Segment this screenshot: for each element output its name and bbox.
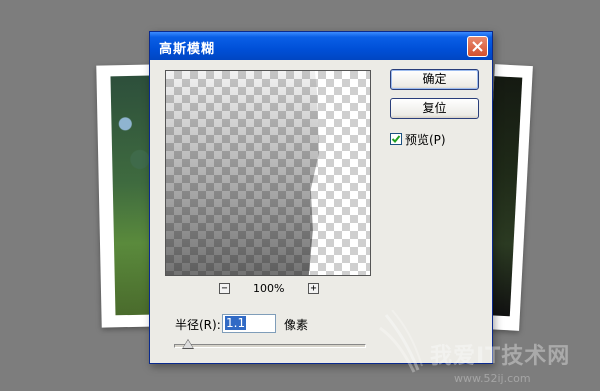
preview-checkbox[interactable] [390, 133, 402, 145]
radius-slider-track[interactable] [174, 344, 366, 348]
preview-checkbox-label: 预览(P) [405, 133, 446, 147]
watermark-wing-logo [379, 310, 423, 373]
radius-unit: 像素 [284, 318, 309, 332]
radius-row: 半径(R): 1.1 像素 [175, 314, 355, 334]
zoom-out-button[interactable]: − [219, 283, 230, 294]
close-button[interactable] [467, 36, 488, 57]
check-icon [391, 135, 401, 143]
zoom-percent: 100% [253, 282, 285, 295]
radius-label: 半径(R): [175, 318, 221, 332]
preview-image-content [166, 71, 319, 275]
watermark: 我爱IT技术网 www.52ij.com [378, 310, 600, 391]
radius-value: 1.1 [225, 316, 247, 330]
dialog-title: 高斯模糊 [159, 42, 216, 57]
zoom-controls: − 100% + [219, 282, 319, 297]
dialog-titlebar[interactable]: 高斯模糊 [150, 32, 492, 60]
radius-input[interactable]: 1.1 [222, 314, 276, 333]
zoom-in-button[interactable]: + [308, 283, 319, 294]
watermark-url: www.52ij.com [454, 372, 531, 385]
blur-preview-area[interactable] [165, 70, 371, 276]
reset-button[interactable]: 复位 [390, 98, 479, 119]
watermark-text: 我爱IT技术网 [430, 344, 571, 369]
ok-button[interactable]: 确定 [390, 69, 479, 90]
close-icon [472, 41, 483, 52]
radius-slider-thumb[interactable] [181, 339, 194, 349]
